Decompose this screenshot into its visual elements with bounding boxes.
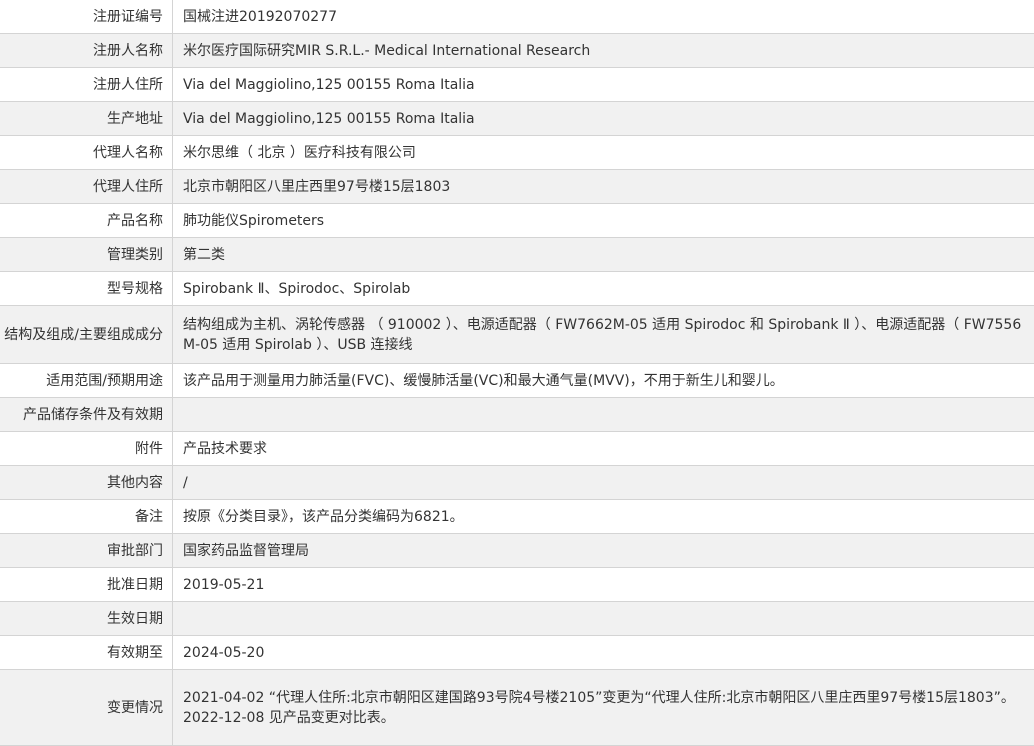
row-label: 批准日期 [0,567,173,602]
row-value: 结构组成为主机、涡轮传感器 （ 910002 ）、电源适配器（ FW7662M-… [172,305,1034,364]
row-value: 米尔思维（ 北京 ）医疗科技有限公司 [172,135,1034,170]
row-label: 其他内容 [0,465,173,500]
row-value: Via del Maggiolino,125 00155 Roma Italia [172,67,1034,102]
row-value: 2024-05-20 [172,635,1034,670]
table-row: 批准日期 2019-05-21 [0,567,1034,602]
row-value: 国械注进20192070277 [172,0,1034,34]
row-label: 有效期至 [0,635,173,670]
row-value: 2019-05-21 [172,567,1034,602]
table-row: 有效期至 2024-05-20 [0,635,1034,670]
row-label: 注册证编号 [0,0,173,34]
table-row: 管理类别 第二类 [0,237,1034,272]
row-value: Spirobank Ⅱ、Spirodoc、Spirolab [172,271,1034,306]
row-value: 按原《分类目录》，该产品分类编码为6821。 [172,499,1034,534]
row-label: 代理人住所 [0,169,173,204]
row-label: 代理人名称 [0,135,173,170]
table-row: 适用范围/预期用途 该产品用于测量用力肺活量(FVC)、缓慢肺活量(VC)和最大… [0,363,1034,398]
row-label: 备注 [0,499,173,534]
table-row: 审批部门 国家药品监督管理局 [0,533,1034,568]
table-row: 注册人名称 米尔医疗国际研究MIR S.R.L.- Medical Intern… [0,33,1034,68]
row-label: 结构及组成/主要组成成分 [0,305,173,364]
row-value: Via del Maggiolino,125 00155 Roma Italia [172,101,1034,136]
row-value: 北京市朝阳区八里庄西里97号楼15层1803 [172,169,1034,204]
row-value: 第二类 [172,237,1034,272]
table-row: 附件 产品技术要求 [0,431,1034,466]
row-label: 附件 [0,431,173,466]
table-row: 注册证编号 国械注进20192070277 [0,0,1034,34]
registration-detail-page: 注册证编号 国械注进20192070277 注册人名称 米尔医疗国际研究MIR … [0,0,1034,746]
row-label: 注册人名称 [0,33,173,68]
row-label: 变更情况 [0,669,173,746]
change-entry: 2022-12-08 见产品变更对比表。 [183,709,395,726]
row-label: 审批部门 [0,533,173,568]
table-row: 产品储存条件及有效期 [0,397,1034,432]
table-row: 代理人住所 北京市朝阳区八里庄西里97号楼15层1803 [0,169,1034,204]
row-label: 适用范围/预期用途 [0,363,173,398]
row-value [172,397,1034,432]
table-row: 生产地址 Via del Maggiolino,125 00155 Roma I… [0,101,1034,136]
table-row: 备注 按原《分类目录》，该产品分类编码为6821。 [0,499,1034,534]
table-row: 注册人住所 Via del Maggiolino,125 00155 Roma … [0,67,1034,102]
row-label: 注册人住所 [0,67,173,102]
row-label: 生产地址 [0,101,173,136]
row-label: 生效日期 [0,601,173,636]
row-value: 产品技术要求 [172,431,1034,466]
table-row: 变更情况 2021-04-02 “代理人住所:北京市朝阳区建国路93号院4号楼2… [0,669,1034,746]
row-label: 产品储存条件及有效期 [0,397,173,432]
row-value [172,601,1034,636]
table-row: 代理人名称 米尔思维（ 北京 ）医疗科技有限公司 [0,135,1034,170]
registration-info-table: 注册证编号 国械注进20192070277 注册人名称 米尔医疗国际研究MIR … [0,0,1034,746]
table-row: 生效日期 [0,601,1034,636]
row-value: 该产品用于测量用力肺活量(FVC)、缓慢肺活量(VC)和最大通气量(MVV)，不… [172,363,1034,398]
change-entry: 2021-04-02 “代理人住所:北京市朝阳区建国路93号院4号楼2105”变… [183,689,1015,706]
row-label: 管理类别 [0,237,173,272]
table-row: 产品名称 肺功能仪Spirometers [0,203,1034,238]
table-row: 结构及组成/主要组成成分 结构组成为主机、涡轮传感器 （ 910002 ）、电源… [0,305,1034,364]
row-value: 国家药品监督管理局 [172,533,1034,568]
row-label: 产品名称 [0,203,173,238]
row-value: 2021-04-02 “代理人住所:北京市朝阳区建国路93号院4号楼2105”变… [172,669,1034,746]
row-value: 肺功能仪Spirometers [172,203,1034,238]
row-label: 型号规格 [0,271,173,306]
row-value: / [172,465,1034,500]
table-row: 型号规格 Spirobank Ⅱ、Spirodoc、Spirolab [0,271,1034,306]
table-row: 其他内容 / [0,465,1034,500]
row-value: 米尔医疗国际研究MIR S.R.L.- Medical Internationa… [172,33,1034,68]
